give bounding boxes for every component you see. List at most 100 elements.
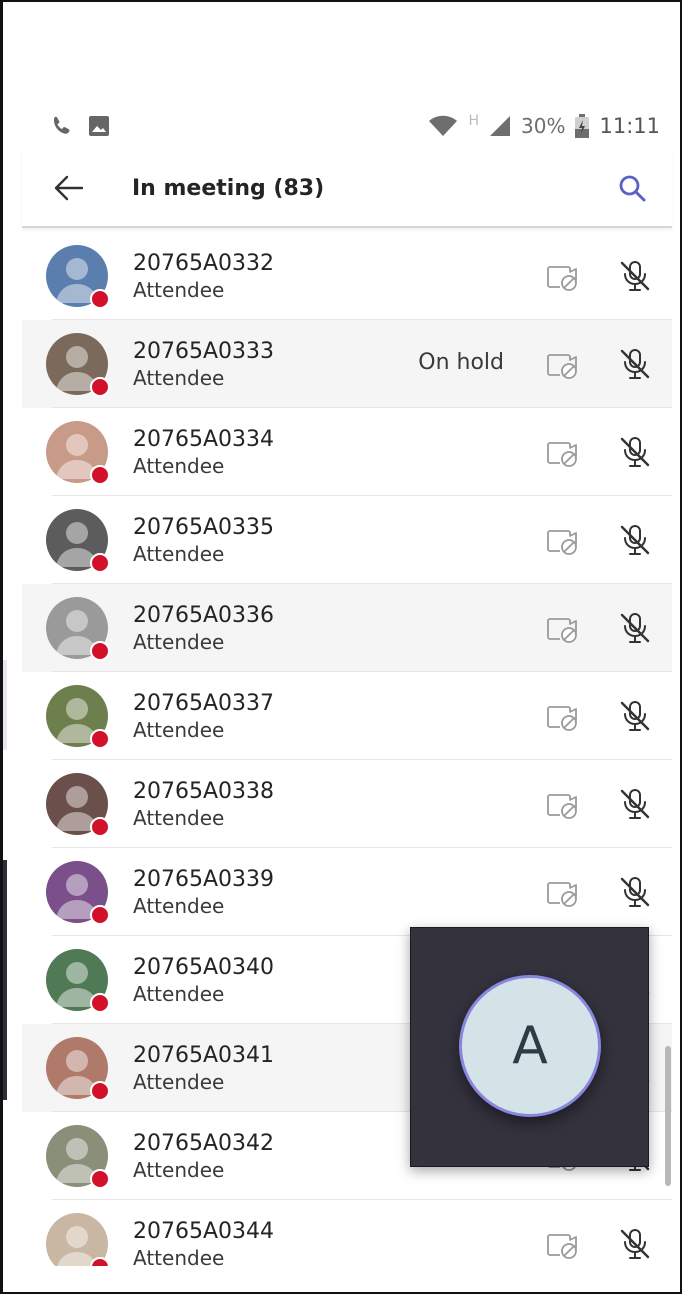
presence-busy-icon [90,993,110,1013]
presence-busy-icon [90,553,110,573]
wifi-icon [429,115,458,136]
participant-role: Attendee [133,805,225,830]
video-off-icon[interactable] [546,1230,580,1260]
page-title: In meeting (83) [132,175,325,201]
status-bar: H 30% 11:11 [22,106,660,146]
video-off-icon[interactable] [546,878,580,908]
participant-info: 20765A0338 Attendee [133,779,274,830]
self-avatar: A [459,975,601,1117]
participant-avatar [46,1125,110,1189]
participant-avatar [46,333,110,397]
self-avatar-initial: A [512,1016,548,1076]
participant-avatar [46,245,110,309]
participant-row[interactable]: 20765A0338 Attendee [22,760,672,848]
participant-row[interactable]: 20765A0344 Attendee [22,1200,672,1266]
participant-avatar [46,1213,110,1266]
participant-role: Attendee [133,541,225,566]
presence-busy-icon [90,1257,110,1266]
mic-off-icon[interactable] [618,259,652,293]
participant-role: Attendee [133,453,225,478]
participant-name: 20765A0341 [133,1042,275,1068]
phone-call-icon [53,116,70,134]
mic-off-icon[interactable] [618,1227,652,1261]
clock: 11:11 [599,114,660,138]
presence-busy-icon [90,905,110,925]
participant-info: 20765A0341 Attendee [133,1043,274,1094]
mic-off-icon[interactable] [618,875,652,909]
participant-name: 20765A0340 [133,954,275,980]
arrow-left-icon [54,175,84,201]
participant-info: 20765A0334 Attendee [133,427,274,478]
participant-name: 20765A0334 [133,426,275,452]
participant-name: 20765A0332 [133,250,275,276]
self-video-tile[interactable]: A [410,927,649,1167]
search-icon [619,175,646,202]
participant-role: Attendee [133,717,225,742]
participant-role: Attendee [133,1069,225,1094]
video-off-icon[interactable] [546,790,580,820]
participant-row[interactable]: 20765A0333 Attendee On hold [22,320,672,408]
mic-off-icon[interactable] [618,787,652,821]
participant-info: 20765A0344 Attendee [133,1219,274,1267]
presence-busy-icon [90,289,110,309]
participant-row[interactable]: 20765A0335 Attendee [22,496,672,584]
video-off-icon[interactable] [546,262,580,292]
participant-avatar [46,509,110,573]
presence-busy-icon [90,817,110,837]
participant-info: 20765A0332 Attendee [133,251,274,302]
video-off-icon[interactable] [546,526,580,556]
participant-name: 20765A0337 [133,690,275,716]
battery-percentage: 30% [521,114,566,138]
participant-row[interactable]: 20765A0332 Attendee [22,232,672,320]
video-off-icon[interactable] [546,702,580,732]
scrollbar[interactable] [665,1046,671,1186]
back-button[interactable] [44,163,94,213]
participant-role: Attendee [133,1157,225,1182]
participant-name: 20765A0344 [133,1218,275,1244]
participant-avatar [46,861,110,925]
participant-name: 20765A0342 [133,1130,275,1156]
participant-role: Attendee [133,1245,225,1267]
mic-off-icon[interactable] [618,699,652,733]
battery-charging-icon [575,114,590,138]
video-off-icon[interactable] [546,614,580,644]
image-notification-icon [89,116,109,136]
presence-busy-icon [90,641,110,661]
presence-busy-icon [90,729,110,749]
participant-avatar [46,597,110,661]
participant-row[interactable]: 20765A0339 Attendee [22,848,672,936]
presence-busy-icon [90,1169,110,1189]
participant-info: 20765A0337 Attendee [133,691,274,742]
presence-busy-icon [90,377,110,397]
mic-off-icon[interactable] [618,435,652,469]
video-off-icon[interactable] [546,350,580,380]
participant-role: Attendee [133,365,225,390]
signal-icon [490,116,511,136]
participant-info: 20765A0342 Attendee [133,1131,274,1182]
mic-off-icon[interactable] [618,347,652,381]
video-off-icon[interactable] [546,438,580,468]
mic-off-icon[interactable] [618,523,652,557]
participant-avatar [46,685,110,749]
participant-avatar [46,421,110,485]
participant-role: Attendee [133,893,225,918]
participant-info: 20765A0339 Attendee [133,867,274,918]
participant-role: Attendee [133,277,225,302]
mic-off-icon[interactable] [618,611,652,645]
network-type-label: H [468,113,480,129]
participant-name: 20765A0336 [133,602,275,628]
participant-row[interactable]: 20765A0337 Attendee [22,672,672,760]
app-bar: In meeting (83) [22,150,672,228]
participant-avatar [46,1037,110,1101]
participant-role: Attendee [133,629,225,654]
participant-row[interactable]: 20765A0334 Attendee [22,408,672,496]
participant-info: 20765A0333 Attendee [133,339,274,390]
participant-name: 20765A0333 [133,338,275,364]
participant-role: Attendee [133,981,225,1006]
search-button[interactable] [610,166,654,210]
participant-name: 20765A0338 [133,778,275,804]
participant-row[interactable]: 20765A0336 Attendee [22,584,672,672]
participant-avatar [46,773,110,837]
participant-avatar [46,949,110,1013]
participant-name: 20765A0335 [133,514,275,540]
